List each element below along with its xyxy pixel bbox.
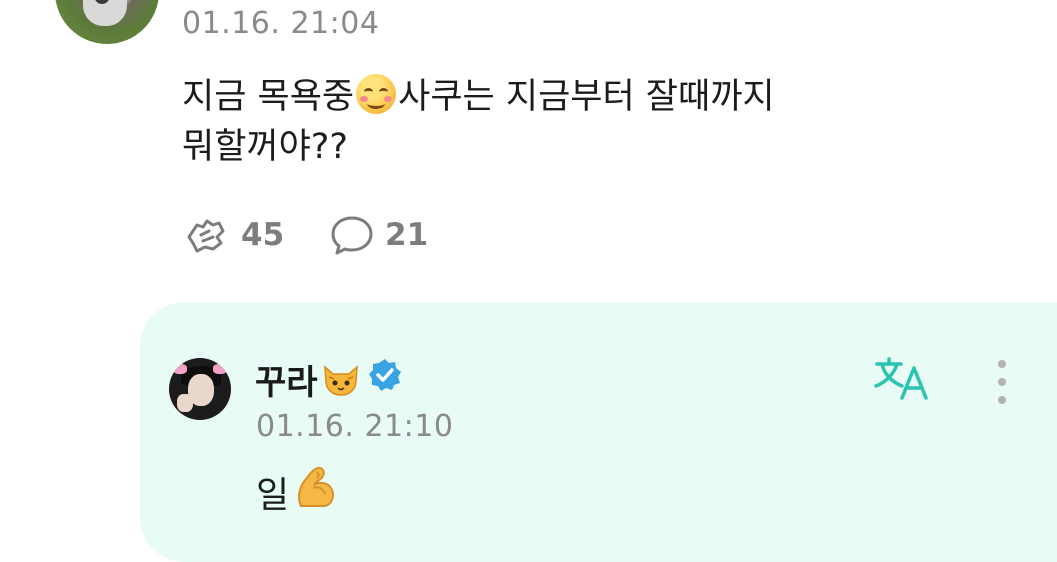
translate-button[interactable]: [874, 356, 934, 404]
reply-text: 일: [256, 474, 290, 516]
more-vertical-icon[interactable]: [990, 358, 1014, 408]
comment-bubble-icon: [331, 216, 373, 255]
like-hands-icon: [187, 219, 225, 253]
translate-icon: [874, 357, 928, 400]
post-body: 지금 목욕중 사쿠는 지금부터 잘때까지 뭐할꺼야??: [182, 72, 882, 172]
post-body-line-2: 뭐할꺼야??: [182, 127, 348, 167]
reply-timestamp: 01.16. 21:10: [256, 409, 454, 444]
verified-badge-icon: [368, 358, 402, 401]
comment-button[interactable]: 21: [329, 213, 428, 257]
avatar-image-detail: [173, 364, 187, 374]
post-text-part: 지금 목욕중: [182, 77, 355, 117]
username-text: 꾸라: [255, 363, 318, 403]
post-text-part: 사쿠는 지금부터 잘때까지: [398, 77, 775, 117]
avatar-image-detail: [177, 394, 193, 412]
avatar-image-detail: [213, 364, 227, 374]
like-button[interactable]: 45: [183, 213, 284, 257]
post-author-avatar[interactable]: [55, 0, 159, 44]
reply-body: 일: [256, 464, 339, 519]
reply-author-name[interactable]: 꾸라: [255, 355, 402, 404]
flexed-biceps-emoji-icon: [293, 464, 339, 519]
reply-author-avatar[interactable]: [169, 358, 231, 420]
post-body-line-1: 지금 목욕중 사쿠는 지금부터 잘때까지: [182, 72, 882, 122]
more-options-icon-partial[interactable]: [972, 0, 1002, 2]
post-timestamp: 01.16. 21:04: [182, 6, 380, 41]
like-count: 45: [241, 217, 285, 253]
cat-face-emoji-icon: [322, 363, 360, 397]
avatar-image-detail: [83, 0, 127, 26]
relieved-face-emoji-icon: [356, 74, 397, 114]
comment-count: 21: [385, 217, 429, 253]
